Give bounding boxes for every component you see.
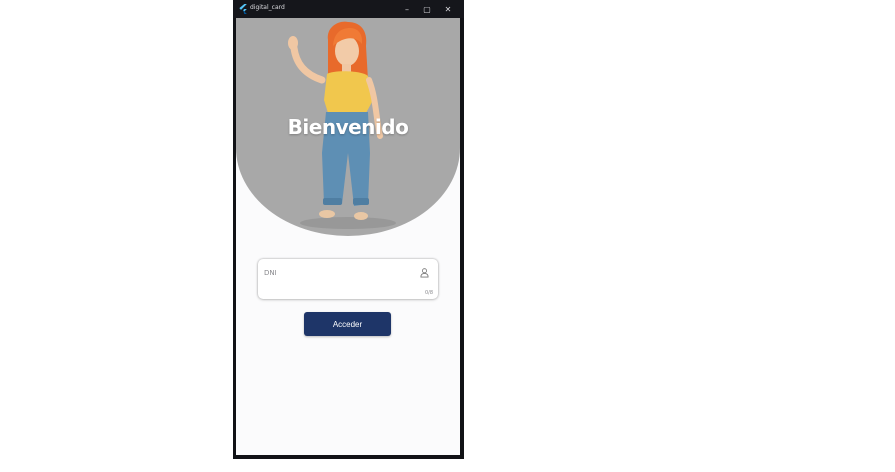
- flutter-app-icon: [239, 4, 247, 14]
- dni-input-field[interactable]: DNI 0/8: [258, 259, 438, 299]
- dni-char-counter: 0/8: [424, 290, 433, 296]
- person-icon: [420, 268, 429, 278]
- minimize-button[interactable]: –: [397, 0, 417, 18]
- close-icon: ✕: [444, 4, 452, 14]
- window-title: digital_card: [250, 4, 285, 11]
- dni-field-label: DNI: [264, 269, 277, 277]
- maximize-button[interactable]: ▢: [417, 0, 437, 18]
- close-button[interactable]: ✕: [438, 0, 458, 18]
- acceder-button-label: Acceder: [332, 319, 363, 329]
- minimize-icon: –: [405, 4, 409, 14]
- maximize-icon: ▢: [423, 4, 431, 14]
- app-content: Bienvenido DNI 0/8 Acceder: [236, 18, 460, 455]
- app-window: digital_card – ▢ ✕ Bienvenido DNI 0/8 Ac…: [233, 0, 464, 459]
- hero-banner: Bienvenido: [236, 18, 460, 236]
- title-bar[interactable]: digital_card – ▢ ✕: [233, 0, 464, 18]
- acceder-button[interactable]: Acceder: [304, 312, 391, 336]
- welcome-heading: Bienvenido: [287, 115, 409, 139]
